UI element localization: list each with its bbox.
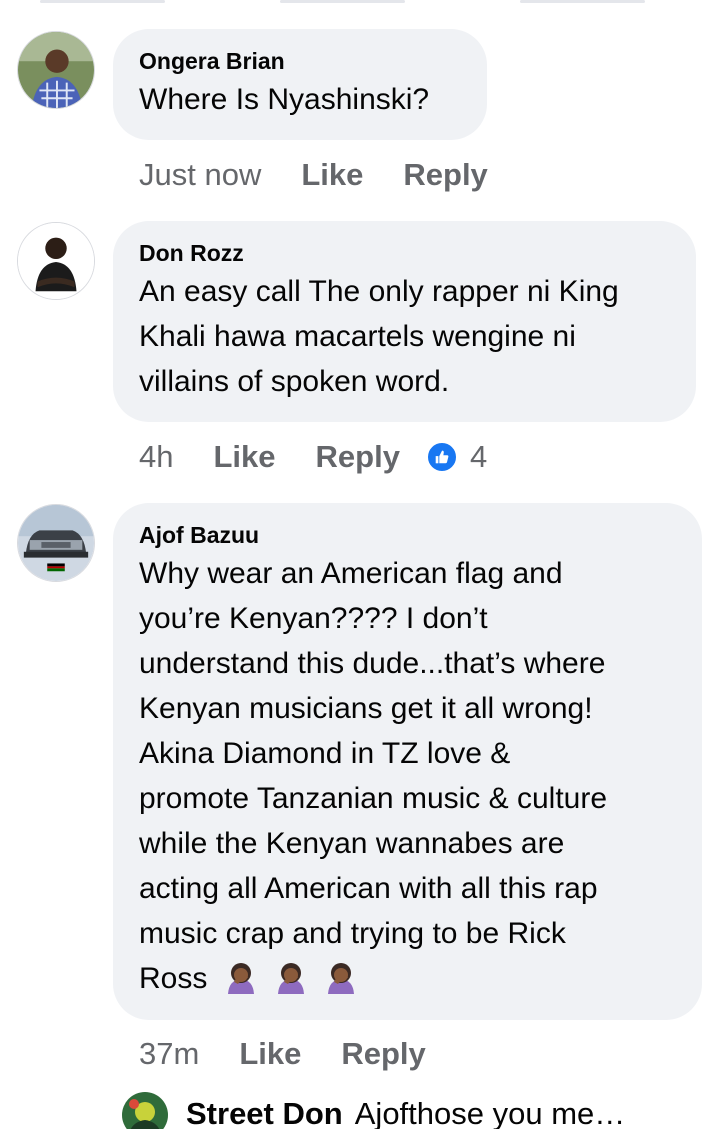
comment-bubble: Don Rozz An easy call The only rapper ni… [113,221,696,422]
comment-text-line: Why wear an American flag and [139,557,563,590]
comment-text: An easy call The only rapper ni King Kha… [139,269,670,404]
woman-facepalming-icon [328,963,355,994]
comment-author[interactable]: Don Rozz [139,240,670,266]
comment-author[interactable]: Ajof Bazuu [139,522,676,548]
woman-facepalming-icon [227,963,254,994]
comment-text-line: promote Tanzanian music & culture [139,782,608,815]
comment-text-line: Akina Diamond in TZ love & [139,737,511,770]
profile-photo-car-flag [18,505,94,581]
comment-text: Where Is Nyashinski? [139,83,430,116]
comment-text-line: Khali hawa macartels wengine ni [139,320,576,353]
comment-text-line-last: Ross [139,956,676,1001]
comment-text-line: while the Kenyan wannabes are [139,827,565,860]
comment-text-line: villains of spoken word. [139,365,450,398]
comment-actions: 37m Like Reply [139,1034,426,1074]
top-edge [0,0,720,6]
comment-text-line: Kenyan musicians get it all wrong! [139,692,593,725]
comment-actions: Just now Like Reply [139,155,488,195]
reply-snippet: Ajofthose you me… [354,1096,626,1129]
like-button[interactable]: Like [301,157,363,193]
comment-time[interactable]: 37m [139,1036,199,1072]
comment-bubble: Ajof Bazuu Why wear an American flag and… [113,503,702,1020]
avatar[interactable] [17,31,95,109]
reactions-summary[interactable]: 4 [425,439,488,475]
woman-facepalming-icon [278,963,305,994]
profile-photo [122,1092,168,1129]
comment-text-line: acting all American with all this rap [139,872,598,905]
comment-bubble: Ongera Brian Where Is Nyashinski? [113,29,487,140]
reply-preview-text: Street Don Ajofthose you me… [186,1096,625,1129]
thumbs-up-icon [425,441,458,473]
comment-actions: 4h Like Reply 4 [139,437,487,477]
avatar[interactable] [17,504,95,582]
reply-button[interactable]: Reply [316,439,400,475]
reply-avatar[interactable] [122,1092,168,1129]
comment-author[interactable]: Ongera Brian [139,48,461,74]
comment-text-line: An easy call The only rapper ni King [139,275,619,308]
profile-photo [18,223,94,299]
avatar[interactable] [17,222,95,300]
comment-time[interactable]: 4h [139,439,173,475]
reply-author[interactable]: Street Don [186,1096,343,1129]
comment-time[interactable]: Just now [139,157,261,193]
reply-button[interactable]: Reply [403,157,487,193]
comment-text: Why wear an American flag and you’re Ken… [139,551,676,1001]
comment-text-line: understand this dude...that’s where [139,647,606,680]
reply-preview[interactable]: Street Don Ajofthose you me… [122,1088,720,1129]
comment-text-line: you’re Kenyan???? I don’t [139,602,488,635]
profile-photo [18,32,94,108]
comment-text-line: music crap and trying to be Rick [139,917,566,950]
reaction-count: 4 [469,439,488,474]
comment-text-line: Ross [139,962,208,995]
like-button[interactable]: Like [213,439,275,475]
like-button[interactable]: Like [239,1036,301,1072]
reply-button[interactable]: Reply [341,1036,425,1072]
